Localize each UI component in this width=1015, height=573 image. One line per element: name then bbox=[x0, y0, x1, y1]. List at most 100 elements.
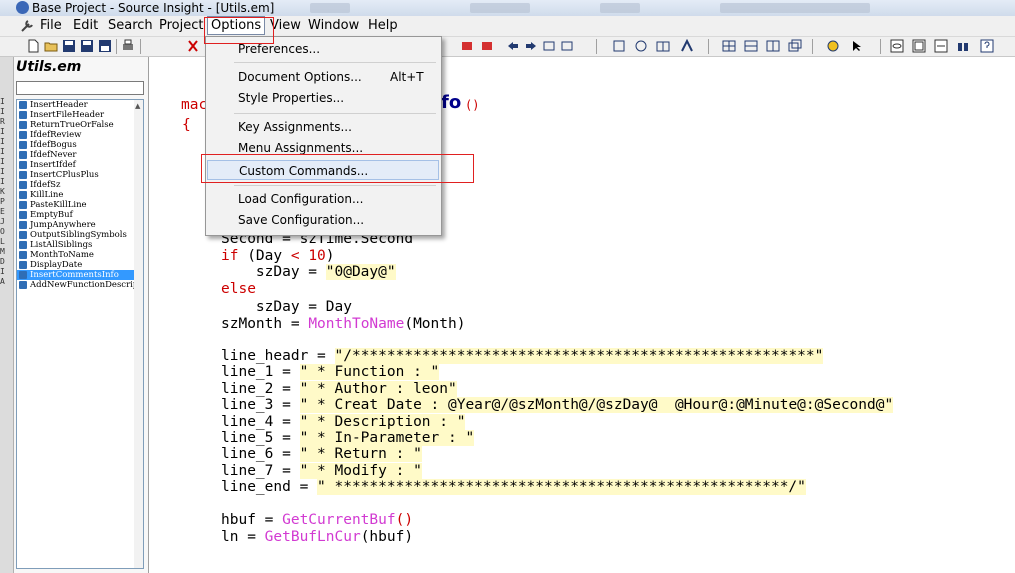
lookup-icon[interactable] bbox=[634, 39, 648, 53]
tools-icon[interactable] bbox=[20, 19, 34, 33]
symbol-item[interactable]: PasteKillLine bbox=[17, 200, 143, 210]
symbol-window-icon[interactable] bbox=[890, 39, 904, 53]
menu-search[interactable]: Search bbox=[105, 17, 156, 35]
left-strip: I I R I I I I I I K P E J O L M D I A bbox=[0, 57, 14, 573]
relation-icon[interactable] bbox=[680, 39, 694, 53]
help-icon[interactable] bbox=[980, 39, 994, 53]
menu-view[interactable]: View bbox=[267, 17, 304, 35]
save-icon[interactable] bbox=[62, 39, 76, 53]
symbol-item[interactable]: InsertFileHeader bbox=[17, 110, 143, 120]
menu-item-document-options[interactable]: Document Options... Alt+T bbox=[206, 67, 439, 87]
symbol-item[interactable]: IfdefSz bbox=[17, 180, 143, 190]
symbol-item[interactable]: DisplayDate bbox=[17, 260, 143, 270]
left-strip-letter: O bbox=[0, 227, 5, 236]
function-icon bbox=[19, 161, 27, 169]
left-strip-letter: R bbox=[0, 117, 5, 126]
project-window-icon[interactable] bbox=[912, 39, 926, 53]
symbol-item[interactable]: OutputSiblingSymbols bbox=[17, 230, 143, 240]
menu-help[interactable]: Help bbox=[365, 17, 401, 35]
menu-item-save-configuration[interactable]: Save Configuration... bbox=[206, 210, 439, 230]
symbol-search-input[interactable] bbox=[16, 81, 144, 95]
help-pointer-icon[interactable] bbox=[850, 39, 864, 53]
function-name-tail: fo bbox=[441, 92, 462, 113]
symbol-item[interactable]: EmptyBuf bbox=[17, 210, 143, 220]
code-line: ln = GetBufLnCur(hbuf) bbox=[221, 529, 414, 545]
symbol-item[interactable]: InsertCPlusPlus bbox=[17, 170, 143, 180]
menu-bar: File Edit Search Project Options View Wi… bbox=[0, 16, 1015, 37]
function-icon bbox=[19, 111, 27, 119]
function-icon bbox=[19, 281, 27, 289]
code-line: line_7 = " * Modify : " bbox=[221, 463, 422, 479]
symbol-item[interactable]: KillLine bbox=[17, 190, 143, 200]
menu-item-key-assignments[interactable]: Key Assignments... bbox=[206, 117, 439, 137]
print-icon[interactable] bbox=[121, 39, 135, 53]
function-icon bbox=[19, 201, 27, 209]
window-cascade-icon[interactable] bbox=[788, 39, 802, 53]
jump-back-icon[interactable] bbox=[542, 39, 556, 53]
open-brace: { bbox=[182, 117, 191, 133]
symbol-item[interactable]: ReturnTrueOrFalse bbox=[17, 120, 143, 130]
close-file-icon[interactable] bbox=[98, 39, 112, 53]
toolbar bbox=[0, 37, 1015, 57]
book-icon[interactable] bbox=[656, 39, 670, 53]
clip-window-icon[interactable] bbox=[956, 39, 970, 53]
open-folder-icon[interactable] bbox=[44, 39, 58, 53]
function-icon bbox=[19, 251, 27, 259]
menu-item-style-properties[interactable]: Style Properties... bbox=[206, 88, 439, 108]
jump-forward-icon[interactable] bbox=[560, 39, 574, 53]
symbol-item[interactable]: IfdefReview bbox=[17, 130, 143, 140]
menu-file[interactable]: File bbox=[37, 17, 65, 35]
left-strip-letter: I bbox=[0, 167, 5, 176]
symbol-item[interactable]: InsertIfdef bbox=[17, 160, 143, 170]
code-line: szDay = "0@Day@" bbox=[221, 264, 396, 280]
symbol-item[interactable]: MonthToName bbox=[17, 250, 143, 260]
symbol-item[interactable]: InsertHeader bbox=[17, 100, 143, 110]
toolbar-separator bbox=[116, 39, 117, 54]
function-icon bbox=[19, 141, 27, 149]
menu-separator bbox=[234, 62, 436, 63]
relation-window-icon[interactable] bbox=[934, 39, 948, 53]
bookmark-icon[interactable] bbox=[460, 39, 474, 53]
left-strip-letter: K bbox=[0, 187, 5, 196]
toolbar-separator bbox=[140, 39, 141, 54]
forward-icon[interactable] bbox=[524, 39, 538, 53]
function-icon bbox=[19, 221, 27, 229]
left-strip-letter: I bbox=[0, 157, 5, 166]
symbol-item[interactable]: AddNewFunctionDescription bbox=[17, 280, 143, 290]
menu-item-load-configuration[interactable]: Load Configuration... bbox=[206, 189, 439, 209]
menu-item-preferences[interactable]: Preferences... bbox=[206, 39, 439, 59]
symbol-item[interactable]: IfdefBogus bbox=[17, 140, 143, 150]
blurred-tab bbox=[720, 3, 870, 13]
new-file-icon[interactable] bbox=[26, 39, 40, 53]
code-line: line_headr = "/*************************… bbox=[221, 348, 824, 364]
function-icon bbox=[19, 121, 27, 129]
cut-icon[interactable] bbox=[186, 39, 200, 53]
menu-project[interactable]: Project bbox=[156, 17, 206, 35]
symbol-info-icon[interactable] bbox=[612, 39, 626, 53]
symbol-item-selected[interactable]: InsertCommentsInfo bbox=[17, 270, 143, 280]
left-strip-letter: I bbox=[0, 127, 5, 136]
window-horiz-icon[interactable] bbox=[744, 39, 758, 53]
left-strip-letter: E bbox=[0, 207, 5, 216]
left-strip-letter: I bbox=[0, 147, 5, 156]
symbol-item[interactable]: ListAllSiblings bbox=[17, 240, 143, 250]
bookmark-list-icon[interactable] bbox=[480, 39, 494, 53]
symbol-item[interactable]: JumpAnywhere bbox=[17, 220, 143, 230]
save-all-icon[interactable] bbox=[80, 39, 94, 53]
code-line: else bbox=[221, 281, 256, 297]
menu-window[interactable]: Window bbox=[305, 17, 362, 35]
context-icon[interactable] bbox=[826, 39, 840, 53]
menu-item-custom-commands[interactable]: Custom Commands... bbox=[207, 160, 439, 180]
window-tile-icon[interactable] bbox=[722, 39, 736, 53]
menu-options[interactable]: Options bbox=[207, 16, 266, 35]
window-vert-icon[interactable] bbox=[766, 39, 780, 53]
symbol-list-scrollbar[interactable]: ▲ bbox=[134, 100, 143, 568]
symbol-list[interactable]: InsertHeader InsertFileHeader ReturnTrue… bbox=[16, 99, 144, 569]
menu-edit[interactable]: Edit bbox=[70, 17, 101, 35]
macro-keyword: mac bbox=[181, 97, 208, 113]
symbol-item[interactable]: IfdefNever bbox=[17, 150, 143, 160]
options-dropdown-menu: Preferences... Document Options... Alt+T … bbox=[205, 36, 442, 236]
scroll-up-icon[interactable]: ▲ bbox=[135, 102, 140, 110]
back-icon[interactable] bbox=[506, 39, 520, 53]
menu-item-menu-assignments[interactable]: Menu Assignments... bbox=[206, 138, 439, 158]
